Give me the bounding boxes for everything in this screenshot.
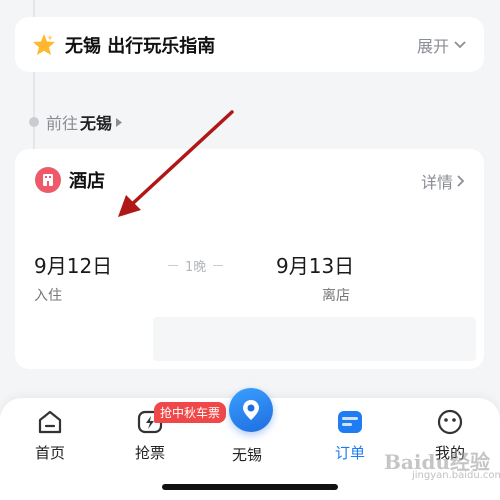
tab-orders[interactable]: 订单 [315,408,385,463]
tab-label-orders: 订单 [334,444,365,462]
home-indicator [162,484,338,490]
tab-home[interactable]: 首页 [15,408,85,463]
tab-label-grab-tickets: 抢票 [134,444,165,462]
baidu-watermark-url: jingyan.baidu.com [412,470,500,481]
location-pin-icon [243,400,259,420]
tab-label-home: 首页 [34,444,65,462]
profile-face-icon [437,409,463,435]
tab-city-center[interactable] [229,388,273,432]
home-icon [38,410,62,434]
tab-label-city: 无锡 [232,446,263,464]
promo-badge[interactable]: 抢中秋车票 [154,402,227,423]
order-icon [338,411,362,433]
